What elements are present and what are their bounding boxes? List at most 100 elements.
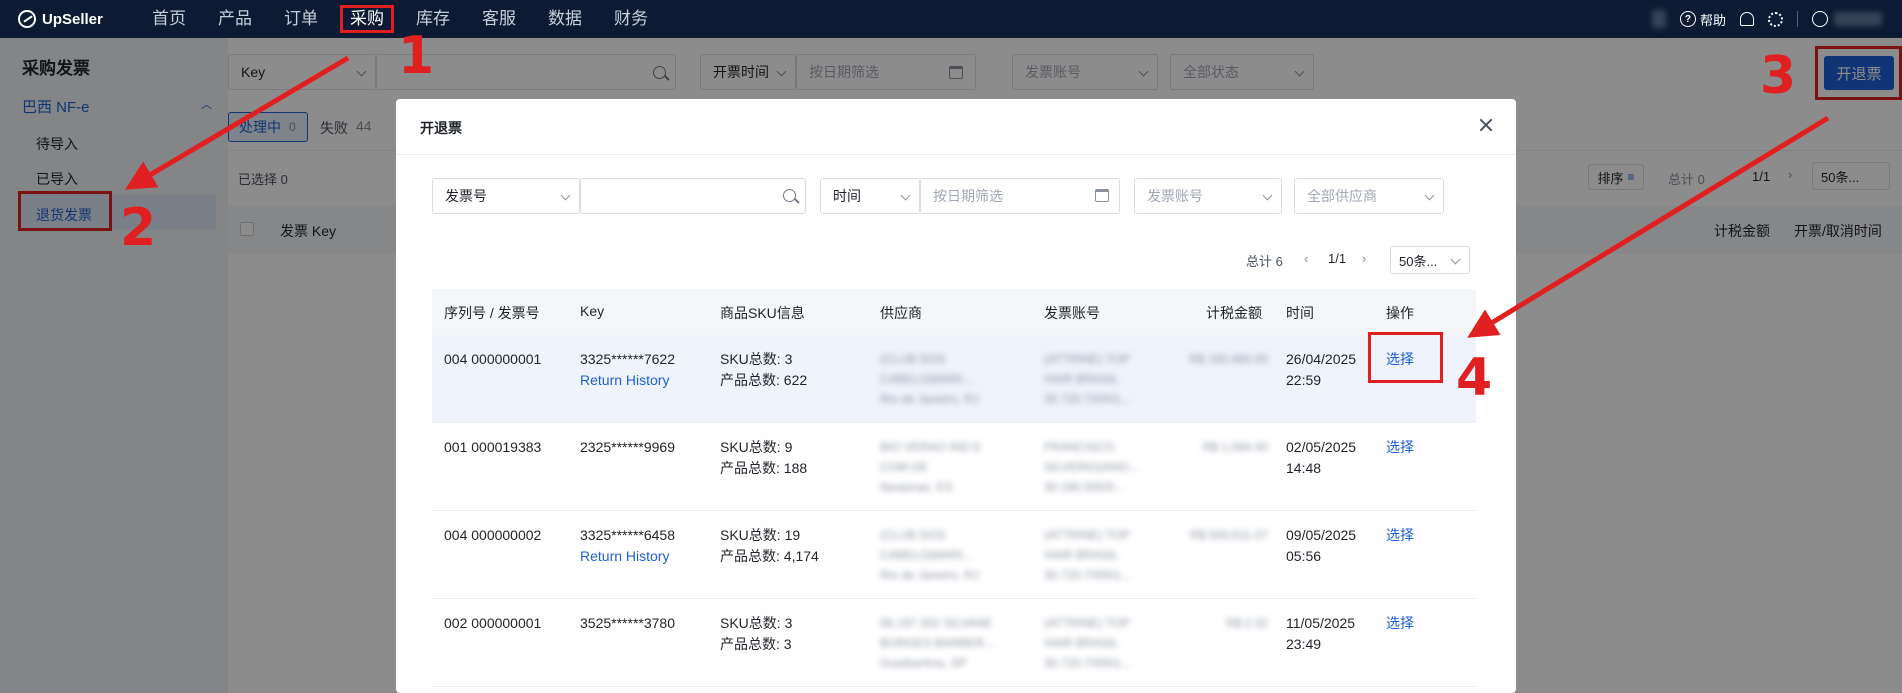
modal-date-filter-input[interactable]: 按日期筛选 [920, 178, 1120, 214]
calendar-icon [1095, 189, 1109, 202]
modal-page-size-value: 50条... [1399, 253, 1438, 269]
row-sku-count: SKU总数: 3 [720, 351, 793, 367]
row-supplier-line2: BORGES BARBER... [880, 636, 995, 650]
select-button[interactable]: 选择 [1386, 525, 1414, 546]
prev-page-icon[interactable]: ‹ [1304, 251, 1308, 266]
return-history-link[interactable]: Return History [580, 370, 669, 391]
table-row: 004 000000001 3325******7622 Return Hist… [432, 332, 1476, 423]
col-invoice-account: 发票账号 [1044, 305, 1100, 321]
col-sku-info: 商品SKU信息 [720, 305, 805, 321]
invoice-search-input[interactable] [580, 178, 806, 214]
app-name: UpSeller [42, 10, 103, 28]
upseller-logo-icon [18, 10, 36, 28]
row-supplier-line1: BIO VERAO IND E [880, 440, 982, 454]
row-sku-count: SKU总数: 9 [720, 439, 793, 455]
row-date: 26/04/2025 [1286, 351, 1357, 367]
row-account-line3: 30.720.7/0001... [1044, 656, 1131, 670]
col-serial-invoice: 序列号 / 发票号 [444, 305, 540, 321]
select-button[interactable]: 选择 [1386, 613, 1414, 634]
modal-page-size-select[interactable]: 50条... [1390, 246, 1470, 274]
time-select[interactable]: 时间 [820, 178, 920, 214]
nav-purchase[interactable]: 采购 [340, 5, 394, 33]
modal-invoice-account-placeholder: 发票账号 [1147, 188, 1203, 204]
nav-customer-service[interactable]: 客服 [472, 5, 526, 33]
table-row: 002 000000001 3525******3780 SKU总数: 3 产品… [432, 599, 1476, 687]
nav-products[interactable]: 产品 [208, 5, 262, 33]
row-account-line1: (ATTRINE) TOP [1044, 528, 1131, 542]
row-key: 3325******7622 [580, 351, 675, 367]
col-time: 时间 [1286, 305, 1314, 321]
row-time: 05:56 [1286, 548, 1322, 564]
col-supplier: 供应商 [880, 305, 922, 321]
annotation-number-2: 2 [120, 198, 157, 258]
chevron-down-icon [1424, 190, 1435, 201]
time-select-value: 时间 [833, 188, 861, 204]
row-account-line1: (ATTRINE) TOP [1044, 616, 1131, 630]
table-row: 004 000000002 3325******6458 Return Hist… [432, 511, 1476, 599]
row-account-line1: FRANCISCO [1044, 440, 1115, 454]
row-time: 22:59 [1286, 372, 1322, 388]
annotation-number-4: 4 [1456, 348, 1493, 408]
help-icon: ? [1679, 11, 1696, 27]
annotation-number-1: 1 [398, 26, 435, 86]
row-supplier-line1: (CLUB DOS [880, 352, 946, 366]
invoice-number-select[interactable]: 发票号 [432, 178, 580, 214]
user-menu[interactable] [1812, 11, 1882, 27]
row-sku-count: SKU总数: 19 [720, 527, 801, 543]
row-supplier-line3: Rio de Janeiro, RJ [880, 392, 979, 406]
row-supplier-line3: Itaraúnas, ES [880, 480, 953, 494]
modal-page: 1/1 [1328, 251, 1347, 266]
nav-orders[interactable]: 订单 [274, 5, 328, 33]
nav-data[interactable]: 数据 [538, 5, 592, 33]
row-supplier-line2: COM DE [880, 460, 928, 474]
supplier-select[interactable]: 全部供应商 [1294, 178, 1444, 214]
help-link[interactable]: ? 帮助 [1679, 10, 1726, 29]
nav-finance[interactable]: 财务 [604, 5, 658, 33]
row-account-line2: HAIR BRASIL [1044, 636, 1119, 650]
row-serial: 004 000000002 [444, 527, 542, 543]
row-key: 2325******9969 [580, 439, 675, 455]
row-product-count: 产品总数: 3 [720, 636, 792, 652]
row-supplier-line1: (CLUB DOS [880, 528, 946, 542]
row-amount: R$ 193,460.00 [1189, 352, 1268, 366]
modal-invoice-account-select[interactable]: 发票账号 [1134, 178, 1282, 214]
row-supplier-line1: 06.197.302 SILVANE [880, 616, 993, 630]
app-logo[interactable]: UpSeller [18, 10, 142, 28]
next-page-icon[interactable]: › [1362, 251, 1366, 266]
search-icon[interactable] [783, 189, 796, 202]
chevron-down-icon [1262, 190, 1273, 201]
return-history-link[interactable]: Return History [580, 546, 669, 567]
top-right-actions: ? 帮助 [1651, 0, 1902, 38]
row-amount: R$ 500,611.07 [1190, 528, 1268, 542]
row-product-count: 产品总数: 4,174 [720, 548, 819, 564]
col-key: Key [580, 303, 605, 319]
row-date: 02/05/2025 [1286, 439, 1357, 455]
user-icon [1812, 11, 1828, 27]
row-sku-count: SKU总数: 3 [720, 615, 793, 631]
row-account-line2: SILVERIO(ANO... [1044, 460, 1139, 474]
col-taxable-amount: 计税金额 [1206, 305, 1262, 321]
modal-date-placeholder: 按日期筛选 [933, 188, 1003, 204]
return-invoice-modal: 开退票 发票号 时间 按日期筛选 发票账号 全部供应商 总计 6 ‹ 1/1 ›… [396, 99, 1516, 693]
row-serial: 002 000000001 [444, 615, 542, 631]
row-time: 23:49 [1286, 636, 1322, 652]
col-action: 操作 [1386, 305, 1414, 321]
modal-total: 总计 6 [1246, 254, 1283, 269]
bell-icon[interactable] [1740, 12, 1754, 26]
row-key: 3525******3780 [580, 615, 675, 631]
blurred-username [1834, 12, 1882, 26]
gear-icon[interactable] [1768, 11, 1783, 27]
annotation-box-4 [1368, 332, 1443, 383]
row-account-line2: HAIR BRASIL [1044, 548, 1119, 562]
row-account-line3: 30.720.7/0001... [1044, 392, 1131, 406]
row-account-line3: 30.190.505/0... [1044, 480, 1125, 494]
row-supplier-line3: Rio de Janeiro, RJ [880, 568, 979, 582]
blurred-icon [1651, 10, 1666, 28]
row-date: 09/05/2025 [1286, 527, 1357, 543]
nav-home[interactable]: 首页 [142, 5, 196, 33]
close-icon[interactable] [1478, 117, 1494, 133]
divider [1797, 11, 1798, 27]
select-button[interactable]: 选择 [1386, 437, 1414, 458]
row-supplier-line3: Guaíba/Ana, SP [880, 656, 967, 670]
modal-header: 开退票 [396, 99, 1516, 155]
